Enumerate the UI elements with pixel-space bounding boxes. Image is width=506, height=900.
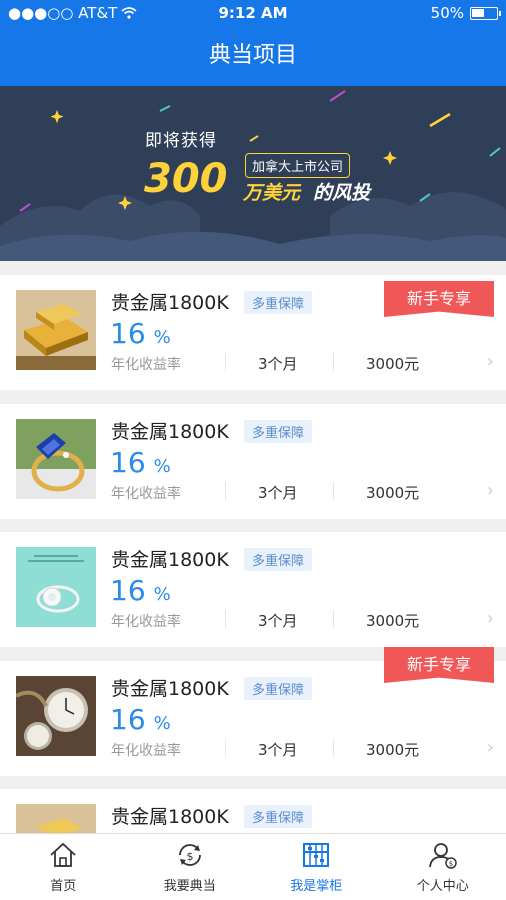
chevron-right-icon: › (486, 737, 494, 758)
banner-suffix: 的风投 (313, 182, 371, 204)
rate-unit: % (153, 584, 171, 605)
tab-home[interactable]: 首页 (0, 834, 127, 900)
divider (225, 739, 226, 757)
bottom-tab-bar: 首页 $ 我要典当 我是掌柜 $ 个人中心 (0, 833, 506, 900)
divider (333, 353, 334, 371)
banner-unit: 万美元 (243, 182, 301, 204)
guarantee-tag: 多重保障 (244, 548, 313, 571)
divider (225, 353, 226, 371)
tab-label: 个人中心 (416, 878, 469, 894)
product-card[interactable]: 贵金属1800K 多重保障 新手专享 16% 年化收益率 3个月 3000元 › (0, 647, 506, 776)
gold-bars-image (16, 804, 96, 834)
svg-text:$: $ (449, 860, 453, 868)
rate-value: 16 (110, 317, 146, 350)
tab-label: 首页 (50, 878, 77, 894)
promo-banner[interactable]: 即将获得 加拿大上市公司 300 万美元 的风投 (0, 86, 506, 261)
product-card[interactable]: 贵金属1800K 多重保障 16% 年化收益率 3个月 3000元 › (0, 404, 506, 519)
sapphire-ring-image (16, 419, 96, 499)
chevron-right-icon: › (486, 351, 494, 372)
svg-text:$: $ (186, 850, 193, 863)
pocket-watches-image (16, 676, 96, 756)
amount-value: 3000元 (366, 741, 420, 759)
rate-unit: % (153, 456, 171, 477)
product-title: 贵金属1800K (111, 806, 229, 828)
banner-amount: 300 (144, 156, 228, 202)
rate-value: 16 (110, 703, 146, 736)
rate-label: 年化收益率 (111, 357, 181, 373)
divider (333, 739, 334, 757)
guarantee-tag: 多重保障 (244, 805, 313, 828)
abacus-icon (303, 842, 330, 867)
rate-unit: % (153, 713, 171, 734)
diamond-ring-image (16, 547, 96, 627)
tab-label: 我要典当 (163, 878, 216, 894)
guarantee-tag: 多重保障 (244, 420, 313, 443)
rate-label: 年化收益率 (111, 486, 181, 502)
annual-rate: 16% (110, 446, 171, 479)
term-value: 3个月 (258, 484, 298, 502)
tab-label: 我是掌柜 (290, 878, 343, 894)
battery-percent: 50% (430, 4, 464, 22)
gold-bars-image (16, 290, 96, 370)
tab-manager[interactable]: 我是掌柜 (253, 834, 380, 900)
chevron-right-icon: › (486, 608, 494, 629)
new-user-badge: 新手专享 (384, 281, 494, 317)
product-card[interactable]: 贵金属1800K 多重保障 新手专享 16% 年化收益率 3个月 3000元 › (0, 275, 506, 390)
tab-pawn[interactable]: $ 我要典当 (127, 834, 254, 900)
guarantee-tag: 多重保障 (244, 677, 313, 700)
term-value: 3个月 (258, 612, 298, 630)
rate-label: 年化收益率 (111, 743, 181, 759)
product-card[interactable]: 贵金属1800K 多重保障 (0, 789, 506, 834)
divider (333, 610, 334, 628)
banner-headline: 即将获得 (145, 131, 217, 151)
user-icon: $ (428, 842, 457, 869)
term-value: 3个月 (258, 741, 298, 759)
product-title: 贵金属1800K (111, 549, 229, 571)
annual-rate: 16% (110, 317, 171, 350)
chevron-right-icon: › (486, 480, 494, 501)
page-title: 典当项目 (0, 26, 506, 86)
rate-unit: % (153, 327, 171, 348)
tab-profile[interactable]: $ 个人中心 (380, 834, 506, 900)
amount-value: 3000元 (366, 355, 420, 373)
annual-rate: 16% (110, 703, 171, 736)
guarantee-tag: 多重保障 (244, 291, 313, 314)
divider (333, 482, 334, 500)
divider (225, 610, 226, 628)
product-card[interactable]: 贵金属1800K 多重保障 16% 年化收益率 3个月 3000元 › (0, 532, 506, 647)
term-value: 3个月 (258, 355, 298, 373)
product-title: 贵金属1800K (111, 292, 229, 314)
banner-tag: 加拿大上市公司 (245, 153, 351, 178)
battery-icon (470, 6, 501, 20)
divider (225, 482, 226, 500)
home-icon (50, 842, 76, 867)
new-user-badge: 新手专享 (384, 647, 494, 683)
rate-value: 16 (110, 446, 146, 479)
product-title: 贵金属1800K (111, 421, 229, 443)
pawn-icon: $ (178, 843, 201, 866)
rate-value: 16 (110, 574, 146, 607)
product-title: 贵金属1800K (111, 678, 229, 700)
status-bar: ●●●○○ AT&T 9:12 AM 50% (0, 0, 506, 26)
rate-label: 年化收益率 (111, 614, 181, 630)
annual-rate: 16% (110, 574, 171, 607)
amount-value: 3000元 (366, 484, 420, 502)
amount-value: 3000元 (366, 612, 420, 630)
